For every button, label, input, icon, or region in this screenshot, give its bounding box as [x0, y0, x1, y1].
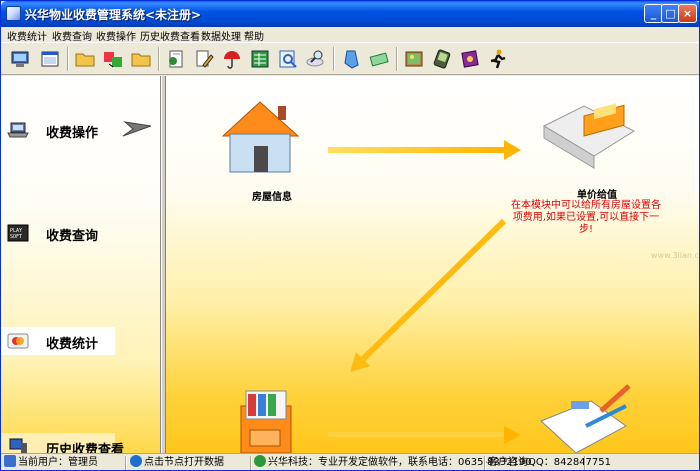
- magnifier-icon[interactable]: [303, 46, 329, 72]
- toolbar-separator: [333, 47, 335, 71]
- globe-icon: [254, 455, 266, 467]
- toolbar-separator: [396, 47, 398, 71]
- status-hint-text: 点击节点打开数据: [144, 457, 224, 468]
- card-icon: [7, 333, 29, 349]
- menu-help[interactable]: 帮助: [244, 28, 264, 43]
- house-icon[interactable]: [218, 96, 302, 176]
- menu-operate[interactable]: 收费操作: [96, 28, 136, 43]
- spreadsheet-icon[interactable]: [247, 46, 273, 72]
- edit-doc-icon[interactable]: [191, 46, 217, 72]
- info-icon: [130, 455, 142, 467]
- toolbar-separator: [67, 47, 69, 71]
- status-divider: [584, 456, 586, 470]
- menu-data[interactable]: 数据处理: [201, 28, 241, 43]
- transfer-icon[interactable]: [100, 46, 126, 72]
- status-bar: 当前用户：管理员 点击节点打开数据 兴华科技：专业开发定做软件，联系电话：063…: [1, 453, 699, 470]
- status-hint: 点击节点打开数据: [130, 455, 224, 470]
- app-window: 兴华物业收费管理系统<未注册> _ □ × 收费统计 收费查询 收费操作 历史收…: [0, 0, 700, 471]
- menu-bar: 收费统计 收费查询 收费操作 历史收费查看 数据处理 帮助: [1, 27, 699, 43]
- nav-label: 收费操作: [46, 126, 99, 141]
- flow-canvas: 房屋信息 单价给值 在本模块中可以给所有房屋设置各项费用,如果已设置,可以直接下…: [166, 76, 699, 453]
- app-icon: [6, 6, 21, 21]
- menu-query[interactable]: 收费查询: [52, 28, 92, 43]
- laptop-icon: [7, 122, 29, 138]
- price-sheet-icon[interactable]: [539, 96, 639, 176]
- window-title: 兴华物业收费管理系统<未注册>: [25, 8, 202, 22]
- price-assign-label[interactable]: 单价给值: [577, 186, 617, 201]
- menu-history[interactable]: 历史收费查看: [140, 28, 200, 43]
- archive-cabinet-icon[interactable]: [236, 386, 306, 453]
- nav-label: 收费查询: [46, 229, 99, 244]
- document-icon[interactable]: [338, 46, 364, 72]
- status-user-text: 当前用户：管理员: [18, 457, 98, 468]
- search-doc-icon[interactable]: [275, 46, 301, 72]
- menu-stats[interactable]: 收费统计: [7, 28, 47, 43]
- nav-item-fee-stats[interactable]: 收费统计: [1, 327, 115, 355]
- pointer-arrow-icon: [122, 121, 152, 137]
- monitor-icon[interactable]: [7, 46, 33, 72]
- folder-icon[interactable]: [128, 46, 154, 72]
- status-qq: 客户咨询QQ：842847751: [488, 457, 612, 468]
- arrow-price-to-archive: [350, 218, 507, 372]
- user-icon: [4, 455, 16, 467]
- chip-icon: PLAYSOFT: [7, 224, 29, 242]
- title-bar[interactable]: 兴华物业收费管理系统<未注册> _ □ ×: [1, 1, 699, 27]
- close-button[interactable]: ×: [678, 4, 697, 23]
- arrow-house-to-price: [328, 140, 521, 160]
- nav-label: 收费统计: [46, 337, 99, 352]
- picture-icon[interactable]: [401, 46, 427, 72]
- arrow-archive-to-report: [328, 426, 521, 444]
- status-divider: [125, 456, 127, 470]
- window-icon[interactable]: [37, 46, 63, 72]
- nav-panel: 收费操作 PLAY SOFT 收费查询 收费统计 历史收费查看: [1, 76, 161, 461]
- toolbar: [1, 42, 699, 75]
- status-user: 当前用户：管理员: [4, 455, 98, 470]
- svg-text:SOFT: SOFT: [10, 234, 22, 240]
- toolbar-separator: [158, 47, 160, 71]
- nav-item-fee-query[interactable]: PLAY SOFT 收费查询: [1, 219, 159, 247]
- house-info-label[interactable]: 房屋信息: [252, 188, 292, 203]
- folder-icon[interactable]: [72, 46, 98, 72]
- money-icon[interactable]: [366, 46, 392, 72]
- nav-item-fee-operation[interactable]: 收费操作: [1, 116, 159, 144]
- report-clipboard-icon[interactable]: [531, 381, 636, 453]
- settings-doc-icon[interactable]: [163, 46, 189, 72]
- status-divider: [250, 456, 252, 470]
- book-icon[interactable]: [457, 46, 483, 72]
- run-icon[interactable]: [485, 46, 511, 72]
- pda-icon[interactable]: [429, 46, 455, 72]
- watermark-text: www.3lian.com: [651, 251, 699, 260]
- price-note: 在本模块中可以给所有房屋设置各项费用,如果已设置,可以直接下一步!: [511, 200, 661, 235]
- status-divider: [484, 456, 486, 470]
- umbrella-icon[interactable]: [219, 46, 245, 72]
